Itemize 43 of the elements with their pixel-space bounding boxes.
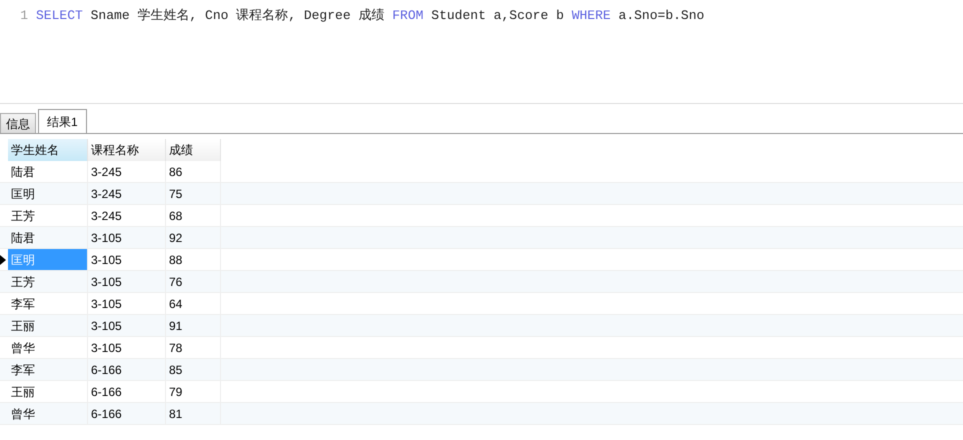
sql-statement: SELECT Sname 学生姓名, Cno 课程名称, Degree 成绩 FROM Student a,Score b WHERE a.Sno=b.Sno [36,7,704,25]
table-cell: 3-105 [88,293,166,314]
table-cell: 64 [166,293,221,314]
table-cell: 6-166 [88,403,166,424]
table-cell: 王丽 [8,315,88,336]
table-cell: 3-105 [88,227,166,248]
table-cell: 曾华 [8,403,88,424]
table-cell: 76 [166,271,221,292]
table-cell: 91 [166,315,221,336]
table-cell: 3-105 [88,337,166,358]
table-cell: 3-105 [88,249,166,270]
table-cell: 陆君 [8,161,88,182]
table-cell: 75 [166,183,221,204]
table-cell: 李军 [8,359,88,380]
table-cell: 匡明 [8,249,88,270]
table-cell: 78 [166,337,221,358]
table-cell: 79 [166,381,221,402]
tab[interactable]: 结果1 [38,109,87,133]
column-header[interactable]: 成绩 [166,139,221,161]
table-cell: 68 [166,205,221,226]
table-cell: 李军 [8,293,88,314]
table-cell: 王丽 [8,381,88,402]
line-number: 1 [19,7,29,25]
table-cell: 86 [166,161,221,182]
table-cell: 85 [166,359,221,380]
column-header[interactable]: 课程名称 [88,139,166,161]
table-cell: 匡明 [8,183,88,204]
table-cell: 陆君 [8,227,88,248]
table-cell: 6-166 [88,381,166,402]
column-header[interactable]: 学生姓名 [8,139,88,161]
table-cell: 王芳 [8,271,88,292]
table-cell: 3-105 [88,271,166,292]
table-cell: 3-105 [88,315,166,336]
table-cell: 92 [166,227,221,248]
tab[interactable]: 信息 [0,113,36,133]
table-cell: 3-245 [88,161,166,182]
table-cell: 3-245 [88,183,166,204]
table-cell: 81 [166,403,221,424]
table-cell: 3-245 [88,205,166,226]
table-cell: 曾华 [8,337,88,358]
table-cell: 王芳 [8,205,88,226]
table-cell: 88 [166,249,221,270]
table-cell: 6-166 [88,359,166,380]
